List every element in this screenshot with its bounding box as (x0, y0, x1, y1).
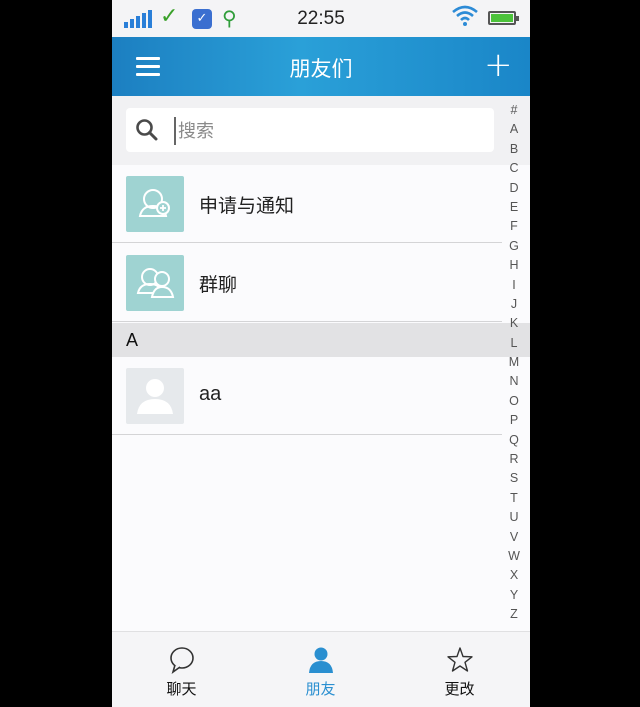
group-icon (126, 255, 184, 311)
index-letter[interactable]: A (504, 120, 524, 139)
index-letter[interactable]: N (504, 372, 524, 391)
contact-row[interactable]: aa (112, 357, 502, 435)
index-letter[interactable]: J (504, 295, 524, 314)
list-item-group-chat[interactable]: 群聊 (112, 244, 502, 322)
index-letter[interactable]: P (504, 411, 524, 430)
page-title: 朋友们 (289, 57, 353, 81)
index-letter[interactable]: C (504, 159, 524, 178)
index-letter[interactable]: Q (504, 431, 524, 450)
phone-screen: ✓ ✓ ⚲ 22:55 朋友们 + 搜索 申请与通知 群聊 A aa # A B… (112, 0, 530, 707)
index-letter[interactable]: F (504, 217, 524, 236)
search-input[interactable] (174, 117, 490, 145)
tab-changes[interactable]: 更改 (390, 632, 529, 707)
index-letter[interactable]: L (504, 334, 524, 353)
index-letter[interactable]: V (504, 528, 524, 547)
app-header: 朋友们 + (112, 37, 530, 96)
list-item-label: 申请与通知 (199, 195, 295, 217)
add-friend-icon (126, 176, 184, 232)
tab-label: 聊天 (166, 680, 197, 698)
status-bar: ✓ ✓ ⚲ 22:55 (112, 0, 530, 37)
avatar (126, 368, 184, 424)
list-item-label: 群聊 (199, 274, 238, 296)
chat-bubble-icon (170, 647, 194, 674)
tab-chat[interactable]: 聊天 (112, 632, 251, 707)
index-letter[interactable]: T (504, 489, 524, 508)
index-letter[interactable]: E (504, 198, 524, 217)
search-icon (136, 119, 158, 141)
section-header: A (112, 323, 530, 357)
star-icon (447, 647, 473, 672)
index-letter[interactable]: D (504, 179, 524, 198)
index-letter[interactable]: B (504, 140, 524, 159)
index-letter[interactable]: Z (504, 605, 524, 624)
index-letter[interactable]: W (504, 547, 524, 566)
index-letter[interactable]: # (504, 101, 524, 120)
section-letter: A (126, 330, 139, 350)
list-item-requests-notifications[interactable]: 申请与通知 (112, 165, 502, 243)
index-letter[interactable]: S (504, 469, 524, 488)
tab-friends[interactable]: 朋友 (251, 632, 390, 707)
index-letter[interactable]: M (504, 353, 524, 372)
add-icon[interactable]: + (484, 47, 513, 83)
tab-label: 朋友 (305, 680, 336, 698)
battery-icon (488, 11, 519, 25)
index-letter[interactable]: G (504, 237, 524, 256)
search-box[interactable] (126, 108, 494, 152)
index-letter[interactable]: O (504, 392, 524, 411)
person-placeholder-icon (137, 379, 173, 414)
index-letter[interactable]: K (504, 314, 524, 333)
index-letter[interactable]: U (504, 508, 524, 527)
search-bar (112, 96, 530, 165)
contact-name: aa (199, 383, 222, 405)
tab-bar: 聊天 朋友 更改 (112, 631, 530, 707)
tab-label: 更改 (444, 680, 475, 698)
index-letter[interactable]: X (504, 566, 524, 585)
index-letter[interactable]: Y (504, 586, 524, 605)
wifi-icon (452, 5, 478, 32)
person-icon (309, 647, 333, 673)
index-letter[interactable]: R (504, 450, 524, 469)
index-letter[interactable]: H (504, 256, 524, 275)
index-letter[interactable]: I (504, 276, 524, 295)
alphabet-index[interactable]: # A B C D E F G H I J K L M N O P Q R S T U V W X Y Z (504, 101, 524, 625)
